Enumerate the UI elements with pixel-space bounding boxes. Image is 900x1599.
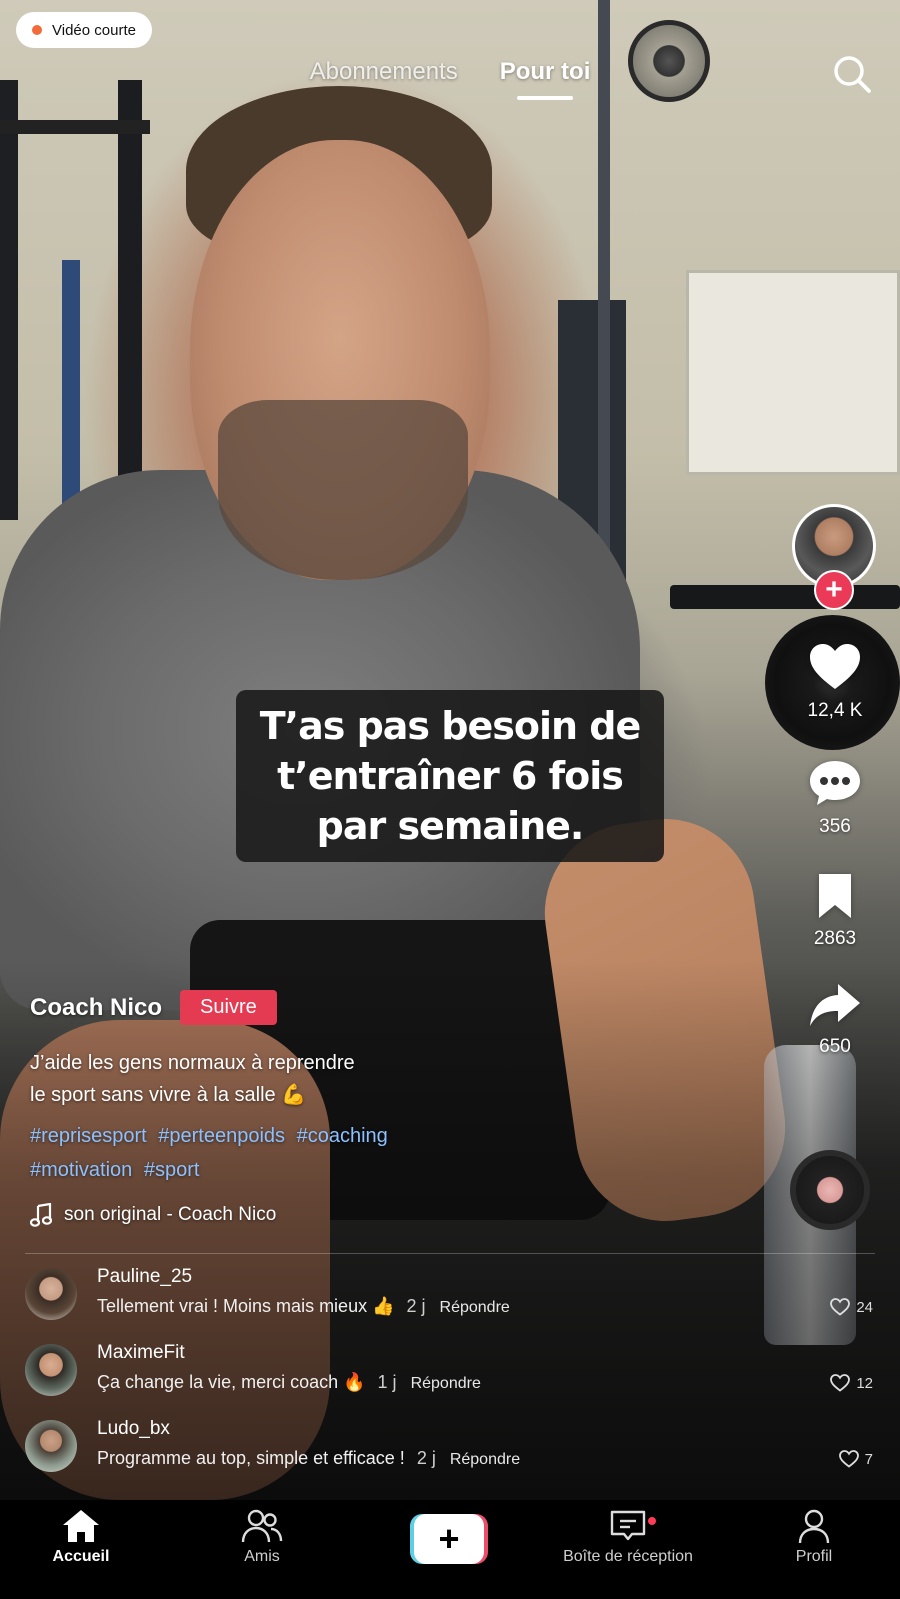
video-type-label: Vidéo courte (52, 21, 136, 39)
comment-icon (810, 761, 860, 805)
comment-line: Ça change la vie, merci coach 🔥 1 j Répond… (97, 1372, 481, 1393)
comment-like-count: 24 (856, 1298, 873, 1316)
comment-like-button[interactable]: 12 (830, 1374, 873, 1392)
comment-text: Tellement vrai ! Moins mais mieux 👍 (97, 1296, 395, 1316)
recording-dot (32, 25, 42, 35)
comment-time: 2 j (406, 1296, 426, 1316)
nav-home[interactable]: Accueil (1, 1508, 161, 1566)
reply-button[interactable]: Répondre (440, 1299, 510, 1316)
comment-item[interactable]: MaximeFit Ça change la vie, merci coach … (25, 1342, 875, 1402)
share-arrow-icon (810, 984, 860, 1026)
inbox-icon (610, 1510, 646, 1541)
comment-text: Ça change la vie, merci coach 🔥 (97, 1372, 366, 1392)
avatar[interactable] (25, 1344, 77, 1396)
creator-name[interactable]: Coach Nico (30, 994, 162, 1022)
tab-pour-toi[interactable]: Pour toi (500, 58, 591, 86)
comment-like-count: 12 (856, 1374, 873, 1392)
creator-avatar-button[interactable]: + (792, 504, 876, 610)
comment-username[interactable]: Ludo_bx (97, 1418, 170, 1440)
music-note-icon (30, 1203, 52, 1227)
video-info: Coach Nico Suivre J’aide les gens normau… (30, 990, 750, 1227)
gym-rack (0, 80, 18, 520)
avatar[interactable] (25, 1420, 77, 1472)
follow-button[interactable]: Suivre (180, 990, 277, 1025)
share-count: 650 (819, 1036, 851, 1057)
tab-abonnements[interactable]: Abonnements (310, 58, 458, 86)
like-button[interactable]: 12,4 K (790, 642, 880, 722)
heart-outline-icon (838, 1450, 859, 1468)
nav-inbox[interactable]: Boîte de réception (548, 1508, 708, 1566)
hashtag-link[interactable]: #coaching (297, 1125, 388, 1147)
gym-rack (62, 260, 80, 510)
comment-username[interactable]: MaximeFit (97, 1342, 185, 1364)
video-description: J’aide les gens normaux à reprendre le s… (30, 1047, 750, 1111)
bottom-nav: Accueil Amis + Boîte de réception Profil (0, 1500, 900, 1599)
gym-rack (118, 80, 142, 510)
description-line: le sport sans vivre à la salle 💪 (30, 1084, 307, 1106)
person-beard (218, 400, 468, 580)
bookmark-icon (819, 874, 851, 918)
hashtags: #reprisesport #perteenpoids #coaching #m… (30, 1119, 750, 1187)
video-type-pill: Vidéo courte (16, 12, 152, 48)
description-line: J’aide les gens normaux à reprendre (30, 1052, 355, 1074)
comment-button[interactable]: 356 (790, 758, 880, 838)
sound-name: son original - Coach Nico (64, 1204, 277, 1225)
comment-like-button[interactable]: 24 (830, 1298, 873, 1316)
nav-friends[interactable]: Amis (182, 1508, 342, 1566)
feed-tabs: Abonnements Pour toi (0, 58, 900, 86)
heart-outline-icon (830, 1374, 851, 1392)
comment-line: Programme au top, simple et efficace ! 2 … (97, 1448, 520, 1469)
nav-home-label: Accueil (52, 1548, 110, 1565)
follow-plus-icon[interactable]: + (814, 570, 854, 610)
nav-profile[interactable]: Profil (734, 1508, 894, 1566)
comment-like-count: 7 (864, 1450, 873, 1468)
comment-time: 2 j (416, 1448, 436, 1468)
music-disc-icon[interactable] (790, 1150, 870, 1230)
plus-icon: + (414, 1514, 484, 1564)
profile-icon (798, 1509, 830, 1544)
hashtag-link[interactable]: #perteenpoids (158, 1125, 285, 1147)
creator-row: Coach Nico Suivre (30, 990, 750, 1025)
video-caption: T’as pas besoin de t’entraîner 6 fois pa… (236, 690, 664, 862)
comment-username[interactable]: Pauline_25 (97, 1266, 192, 1288)
whiteboard (686, 270, 900, 475)
heart-outline-icon (830, 1298, 851, 1316)
share-button[interactable]: 650 (790, 982, 880, 1058)
comment-like-button[interactable]: 7 (838, 1450, 873, 1468)
save-count: 2863 (813, 928, 857, 949)
comment-line: Tellement vrai ! Moins mais mieux 👍 2 j Ré… (97, 1296, 510, 1317)
bench (670, 585, 900, 609)
comment-text: Programme au top, simple et efficace ! (97, 1448, 405, 1468)
reply-button[interactable]: Répondre (411, 1375, 481, 1392)
notification-dot (648, 1517, 656, 1525)
comment-item[interactable]: Ludo_bx Programme au top, simple et effi… (25, 1418, 875, 1478)
hashtag-link[interactable]: #motivation (30, 1159, 132, 1181)
avatar[interactable] (25, 1268, 77, 1320)
save-button[interactable]: 2863 (790, 872, 880, 950)
heart-icon (810, 644, 860, 689)
hashtag-link[interactable]: #reprisesport (30, 1125, 147, 1147)
nav-friends-label: Amis (244, 1548, 280, 1565)
reply-button[interactable]: Répondre (450, 1451, 520, 1468)
comments-divider (25, 1253, 875, 1254)
nav-inbox-label: Boîte de réception (563, 1548, 693, 1565)
hashtag-link[interactable]: #sport (144, 1159, 200, 1181)
gym-rack-bar (0, 120, 150, 134)
search-icon[interactable] (832, 54, 872, 94)
comment-time: 1 j (377, 1372, 397, 1392)
sound-row[interactable]: son original - Coach Nico (30, 1203, 750, 1227)
like-count: 12,4 K (807, 700, 863, 721)
comment-item[interactable]: Pauline_25 Tellement vrai ! Moins mais m… (25, 1266, 875, 1326)
comment-count: 356 (819, 816, 851, 837)
nav-profile-label: Profil (795, 1548, 833, 1565)
create-button[interactable]: + (410, 1514, 488, 1564)
friends-icon (241, 1509, 283, 1543)
home-icon (63, 1510, 99, 1542)
